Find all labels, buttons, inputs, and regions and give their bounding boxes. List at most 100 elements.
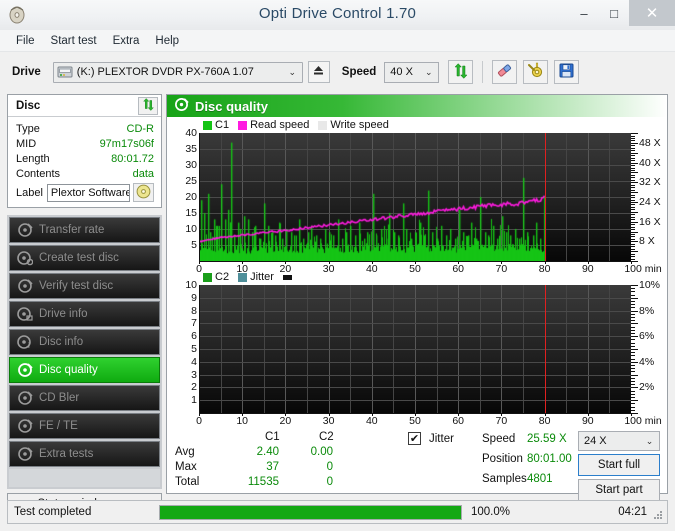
save-button[interactable] [554, 60, 580, 84]
x-axis-tick-label: 70 [495, 263, 508, 275]
axis-tick-mark [631, 253, 635, 255]
drive-toolbar: Drive (K:) PLEXTOR DVDR PX-760A 1.07 ⌄ S… [0, 52, 675, 92]
x-axis-tick-label: 50 [409, 415, 421, 427]
sidebar-item-disc-quality[interactable]: Disc quality [9, 357, 160, 383]
sidebar-item-drive-info[interactable]: Drive info [9, 301, 160, 327]
y2-axis-tick-label: 24 X [639, 195, 661, 208]
axis-tick-mark [631, 333, 635, 334]
x-axis-tick-label: 80 [538, 415, 551, 427]
legend-label-c2: C2 [215, 271, 230, 283]
sidebar-item-label: CD Bler [39, 392, 80, 404]
sidebar-item-verify-test-disc[interactable]: Verify test disc [9, 273, 160, 299]
legend-extra-swatch [282, 274, 292, 280]
axis-tick-mark [631, 307, 635, 309]
axis-tick-mark [631, 313, 635, 315]
drive-select[interactable]: (K:) PLEXTOR DVDR PX-760A 1.07 ⌄ [52, 61, 303, 83]
y-axis-tick-label: 40 [185, 127, 197, 139]
refresh-button[interactable] [448, 60, 474, 84]
axis-tick-mark [631, 238, 635, 240]
close-button[interactable]: ✕ [629, 0, 675, 26]
series-canvas [199, 133, 631, 261]
menu-item-extra[interactable]: Extra [105, 33, 148, 49]
app-window: Opti Drive Control 1.70 – □ ✕ File Start… [0, 0, 675, 531]
sidebar-item-label: Create test disc [39, 252, 119, 264]
legend-item-jitter: Jitter [238, 271, 274, 283]
test-speed-select[interactable]: 24 X ⌄ [578, 431, 660, 451]
axis-tick-mark [631, 167, 635, 169]
y-axis-tick-label: 35 [185, 143, 197, 155]
axis-tick-mark [631, 365, 635, 366]
sidebar-item-fe-te[interactable]: FE / TE [9, 413, 160, 439]
disc-icon [17, 278, 33, 294]
x-axis-tick-label: 40 [365, 263, 378, 275]
disc-label-button[interactable] [133, 183, 154, 202]
axis-tick-mark [631, 310, 638, 312]
sidebar-item-label: FE / TE [39, 420, 78, 432]
eject-button[interactable] [307, 61, 330, 83]
menu-item-start-test[interactable]: Start test [43, 33, 105, 49]
left-panel: Disc Type CD-R MID 97m17s06f Length 80:0… [7, 94, 162, 515]
sidebar-item-extra-tests[interactable]: Extra tests [9, 441, 160, 467]
axis-tick-mark [631, 219, 635, 221]
jitter-checkbox[interactable]: ✔ [408, 432, 421, 445]
sidebar-item-label: Disc quality [39, 364, 98, 376]
axis-tick-mark [631, 243, 635, 245]
start-full-button[interactable]: Start full [578, 454, 660, 476]
settings-button[interactable] [523, 60, 549, 84]
status-text: Test completed [14, 506, 92, 518]
x-axis-tick-label: 40 [365, 415, 378, 427]
minimize-button[interactable]: – [569, 0, 599, 26]
axis-tick-mark [631, 371, 635, 373]
sidebar-item-disc-info[interactable]: i Disc info [9, 329, 160, 355]
sidebar-item-label: Disc info [39, 336, 84, 348]
sidebar-item-create-test-disc[interactable]: Create test disc [9, 245, 160, 271]
y2-axis-tick-label: 6% [639, 330, 655, 343]
disc-info-card: Disc Type CD-R MID 97m17s06f Length 80:0… [7, 94, 162, 208]
axis-tick-mark [631, 214, 635, 216]
sidebar-item-transfer-rate[interactable]: Transfer rate [9, 217, 160, 243]
legend-item-read-speed: Read speed [238, 119, 309, 131]
axis-tick-mark [631, 261, 638, 262]
axis-tick-mark [631, 294, 635, 296]
y2-axis-tick-label: 48 X [639, 136, 661, 149]
axis-tick-mark [631, 291, 635, 293]
axis-tick-mark [631, 409, 635, 411]
axis-tick-mark [631, 194, 635, 196]
axis-tick-mark [631, 248, 635, 250]
sidebar-item-label: Verify test disc [39, 280, 114, 292]
eraser-icon [496, 62, 513, 82]
chevron-down-icon[interactable]: ⌄ [644, 436, 655, 447]
chevron-down-icon[interactable]: ⌄ [423, 67, 434, 78]
menu-item-help[interactable]: Help [147, 33, 187, 49]
erase-button[interactable] [492, 60, 518, 84]
axis-tick-mark [631, 197, 635, 198]
jitter-label: Jitter [429, 433, 454, 445]
resize-grip[interactable] [653, 510, 663, 520]
disc-row-key: Type [16, 122, 40, 135]
disc-label-input[interactable]: Plextor Software [46, 183, 130, 202]
maximize-button[interactable]: □ [599, 0, 629, 26]
axis-tick-mark [631, 155, 635, 157]
disc-row-mid: MID 97m17s06f [16, 136, 154, 151]
elapsed-time: 04:21 [618, 506, 647, 518]
disc-row-length: Length 80:01.72 [16, 151, 154, 166]
chart1-legend: C1 Read speed Write speed [203, 119, 395, 131]
chart-c2-jitter[interactable] [199, 285, 631, 413]
y2-axis-tick-label: 4% [639, 355, 655, 368]
menu-item-file[interactable]: File [8, 33, 43, 49]
speed-select[interactable]: 40 X ⌄ [384, 61, 440, 83]
disc-label-row: Label Plextor Software [16, 183, 154, 202]
x-axis-tick-label: 10 [236, 415, 249, 427]
svg-text:i: i [28, 341, 30, 350]
chart-c1-readspeed[interactable] [199, 133, 631, 261]
start-part-button[interactable]: Start part [578, 479, 660, 501]
axis-tick-mark [631, 209, 635, 211]
stats-max-c2: 0 [326, 461, 333, 473]
y-axis-tick-label: 3 [191, 368, 197, 381]
sidebar-item-label: Extra tests [39, 448, 94, 460]
chevron-down-icon[interactable]: ⌄ [287, 67, 298, 78]
disc-row-key: Contents [16, 167, 61, 180]
x-axis-tick-label: 0 [196, 415, 202, 427]
disc-refresh-button[interactable] [138, 96, 158, 115]
sidebar-item-cd-bler[interactable]: CD Bler [9, 385, 160, 411]
